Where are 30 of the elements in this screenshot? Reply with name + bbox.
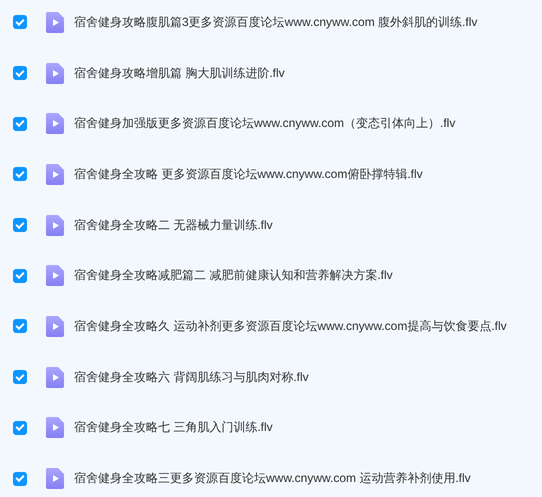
video-file-icon — [46, 214, 64, 236]
checkbox[interactable] — [13, 218, 27, 232]
file-name[interactable]: 宿舍健身全攻略 更多资源百度论坛www.cnyww.com俯卧撑特辑.flv — [74, 166, 423, 183]
checkbox[interactable] — [13, 116, 27, 131]
video-file-icon — [46, 12, 64, 33]
checkbox[interactable] — [13, 319, 27, 334]
video-file-icon — [46, 265, 64, 286]
checkbox[interactable] — [13, 66, 27, 80]
file-name[interactable]: 宿舍健身攻略腹肌篇3更多资源百度论坛www.cnyww.com 腹外斜肌的训练.flv — [74, 14, 478, 31]
file-name[interactable]: 宿舍健身全攻略七 三角肌入门训练.flv — [74, 419, 273, 436]
checkbox[interactable] — [13, 167, 27, 182]
file-name[interactable]: 宿舍健身攻略增肌篇 胸大肌训练进阶.flv — [74, 64, 285, 82]
video-file-icon — [46, 113, 64, 134]
video-file-icon — [46, 316, 64, 337]
file-name[interactable]: 宿舍健身全攻略六 背阔肌练习与肌肉对称.flv — [74, 368, 309, 386]
video-file-icon — [46, 62, 64, 84]
file-name[interactable]: 宿舍健身全攻略三更多资源百度论坛www.cnyww.com 运动营养补剂使用.flv — [74, 470, 471, 488]
video-file-icon — [46, 366, 64, 388]
file-name[interactable]: 宿舍健身全攻略二 无器械力量训练.flv — [74, 216, 273, 234]
checkbox[interactable] — [13, 420, 27, 435]
file-name[interactable]: 宿舍健身全攻略减肥篇二 减肥前健康认知和营养解决方案.flv — [74, 267, 393, 284]
checkbox[interactable] — [13, 268, 27, 283]
file-name[interactable]: 宿舍健身全攻略久 运动补剂更多资源百度论坛www.cnyww.com提高与饮食要点.flv — [74, 318, 507, 335]
file-name[interactable]: 宿舍健身加强版更多资源百度论坛www.cnyww.com（变态引体向上）.flv — [74, 115, 456, 132]
checkbox[interactable] — [13, 472, 27, 486]
video-file-icon — [46, 164, 64, 185]
checkbox[interactable] — [13, 15, 27, 30]
video-file-icon — [46, 468, 64, 490]
video-file-icon — [46, 417, 64, 438]
checkbox[interactable] — [13, 370, 27, 384]
